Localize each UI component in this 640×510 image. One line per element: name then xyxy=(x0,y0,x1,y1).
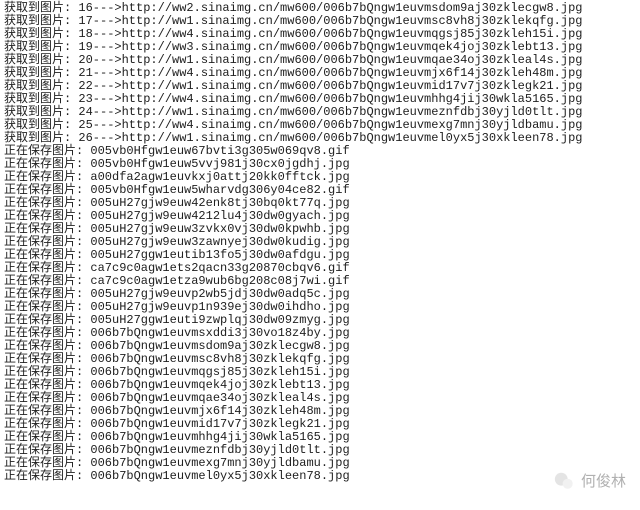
console-output: 获取到图片: 16--->http://ww2.sinaimg.cn/mw600… xyxy=(0,0,640,485)
save-line: 正在保存图片: 006b7bQngw1euvmel0yx5j30xkleen78… xyxy=(4,470,636,483)
